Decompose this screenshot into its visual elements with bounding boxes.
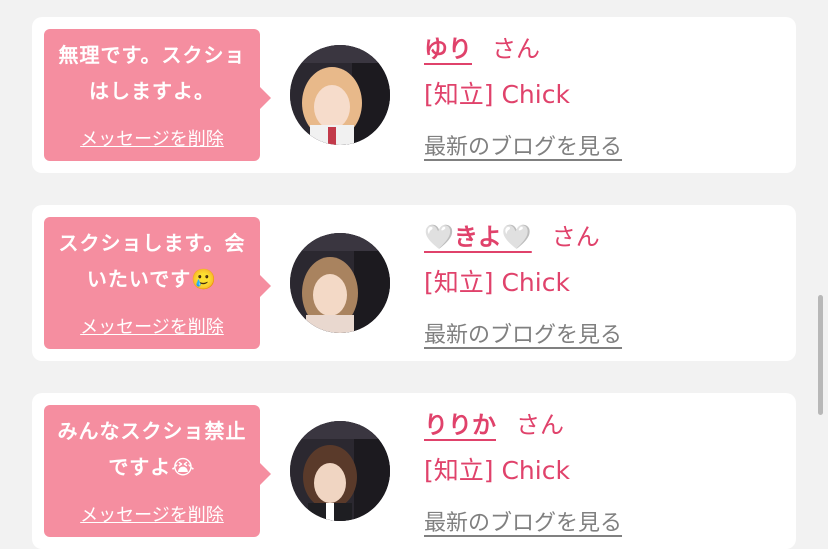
cast-name-link[interactable]: 🤍きよ🤍 [424, 223, 532, 251]
shop-label: [知立] Chick [424, 268, 570, 297]
message-card: 無理です。スクショはしますよ。 メッセージを削除 ゆり さん [知立] Chick… [32, 17, 796, 173]
message-text: みんなスクショ禁止ですよ😭 [57, 419, 247, 479]
message-bubble: みんなスクショ禁止ですよ😭 メッセージを削除 [44, 405, 271, 537]
name-row: 🤍きよ🤍 さん [424, 217, 600, 257]
honorific: さん [492, 35, 540, 63]
cast-name-link[interactable]: ゆり [424, 35, 472, 63]
shop-label: [知立] Chick [424, 80, 570, 109]
delete-message-link[interactable]: メッセージを削除 [44, 125, 260, 151]
avatar[interactable] [290, 233, 390, 333]
avatar[interactable] [290, 45, 390, 145]
shop-label: [知立] Chick [424, 456, 570, 485]
name-row: ゆり さん [424, 29, 540, 69]
latest-blog-link[interactable]: 最新のブログを見る [424, 129, 622, 161]
latest-blog-link[interactable]: 最新のブログを見る [424, 317, 622, 349]
message-bubble: スクショします。会いたいです🥲 メッセージを削除 [44, 217, 271, 349]
latest-blog-link[interactable]: 最新のブログを見る [424, 505, 622, 537]
message-card: スクショします。会いたいです🥲 メッセージを削除 🤍きよ🤍 さん [知立] Chi… [32, 205, 796, 361]
message-bubble: 無理です。スクショはしますよ。 メッセージを削除 [44, 29, 271, 161]
honorific: さん [551, 223, 600, 251]
delete-message-link[interactable]: メッセージを削除 [44, 501, 260, 527]
cast-name-link[interactable]: りりか [424, 411, 496, 439]
delete-message-link[interactable]: メッセージを削除 [44, 313, 260, 339]
message-text: 無理です。スクショはしますよ。 [58, 43, 246, 103]
scrollbar[interactable] [818, 295, 823, 415]
honorific: さん [516, 411, 564, 439]
name-row: りりか さん [424, 405, 564, 445]
message-text: スクショします。会いたいです🥲 [58, 231, 246, 291]
avatar[interactable] [290, 421, 390, 521]
message-card: みんなスクショ禁止ですよ😭 メッセージを削除 りりか さん [知立] Chick … [32, 393, 796, 549]
